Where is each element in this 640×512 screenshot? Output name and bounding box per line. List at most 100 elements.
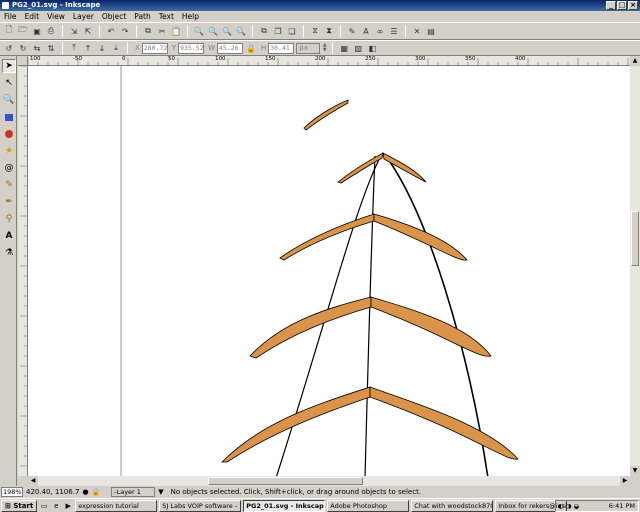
- undo-icon[interactable]: ↶: [105, 25, 117, 37]
- node-tool-icon[interactable]: ↖: [2, 76, 16, 90]
- branch-tier3-left[interactable]: [249, 296, 372, 359]
- menu-file[interactable]: File: [4, 11, 17, 22]
- scale-corners-icon[interactable]: ▧: [352, 42, 364, 54]
- trunk-line-center[interactable]: [364, 155, 376, 476]
- minimize-button[interactable]: _: [606, 1, 616, 10]
- taskbar-item[interactable]: Adobe Photoshop: [327, 499, 410, 512]
- start-button[interactable]: ⊞ Start: [1, 499, 38, 512]
- save-icon[interactable]: ▣: [31, 25, 43, 37]
- ellipse-tool-icon[interactable]: [2, 127, 16, 141]
- calligraphy-tool-icon[interactable]: ⚲: [2, 212, 16, 226]
- selector-tool-icon[interactable]: ➤: [2, 59, 16, 73]
- zoom-width-icon[interactable]: 🔍: [235, 25, 247, 37]
- redo-icon[interactable]: ↷: [119, 25, 131, 37]
- taskbar-item[interactable]: expression tutorial: [75, 499, 158, 512]
- unlink-clone-icon[interactable]: ❏: [286, 25, 298, 37]
- close-button[interactable]: ×: [628, 1, 638, 10]
- flip-horizontal-icon[interactable]: ⇆: [31, 42, 43, 54]
- lock-icon[interactable]: 🔒: [245, 42, 257, 54]
- scroll-right-icon[interactable]: ▶: [620, 476, 630, 486]
- rotate-cw-icon[interactable]: ↻: [17, 42, 29, 54]
- print-icon[interactable]: ⎙: [45, 25, 57, 37]
- pen-tool-icon[interactable]: ✒: [2, 195, 16, 209]
- cut-icon[interactable]: ✂: [156, 25, 168, 37]
- transform-pattern-icon[interactable]: ◧: [366, 42, 378, 54]
- vertical-scroll-thumb[interactable]: [631, 211, 639, 266]
- scroll-up-icon[interactable]: ▲: [630, 56, 640, 66]
- pencil-tool-icon[interactable]: ✎: [2, 178, 16, 192]
- align-icon[interactable]: ☰: [388, 25, 400, 37]
- y-field[interactable]: 935.52: [178, 42, 205, 54]
- layer-hide-icon[interactable]: ●: [82, 488, 88, 496]
- drawing-svg[interactable]: [28, 66, 630, 476]
- show-desktop-icon[interactable]: ▭: [39, 501, 49, 511]
- spiral-tool-icon[interactable]: @: [2, 161, 16, 175]
- zoom-tool-icon[interactable]: 🔍: [2, 93, 16, 107]
- menu-view[interactable]: View: [47, 11, 65, 22]
- menu-help[interactable]: Help: [182, 11, 199, 22]
- raise-top-icon[interactable]: ⤒: [68, 42, 80, 54]
- taskbar-item-active[interactable]: PG2_01.svg - Inkscape: [243, 499, 326, 512]
- copy-icon[interactable]: ⧉: [142, 25, 154, 37]
- dropper-tool-icon[interactable]: ⚗: [2, 246, 16, 260]
- ungroup-icon[interactable]: ⧗: [323, 25, 335, 37]
- vertical-scrollbar[interactable]: ▲ ▼: [630, 56, 640, 476]
- text-font-icon[interactable]: A: [360, 25, 372, 37]
- branch-top[interactable]: [303, 99, 349, 131]
- flip-vertical-icon[interactable]: ⇅: [45, 42, 57, 54]
- layer-select[interactable]: -Layer 1: [111, 487, 156, 497]
- zoom-field[interactable]: 198%: [1, 487, 23, 497]
- star-tool-icon[interactable]: ★: [2, 144, 16, 158]
- menu-edit[interactable]: Edit: [25, 11, 40, 22]
- taskbar-item[interactable]: Chat with woodstock870...: [411, 499, 494, 512]
- menu-text[interactable]: Text: [159, 11, 174, 22]
- zoom-drawing-icon[interactable]: 🔍: [207, 25, 219, 37]
- height-field[interactable]: 30.41: [268, 42, 295, 54]
- branch-tier1-left[interactable]: [337, 152, 384, 184]
- menu-path[interactable]: Path: [134, 11, 150, 22]
- drawing-canvas[interactable]: [28, 66, 630, 476]
- menu-layer[interactable]: Layer: [73, 11, 94, 22]
- branch-tier1-right[interactable]: [382, 152, 427, 183]
- browser-icon[interactable]: e: [51, 501, 61, 511]
- layer-lock-icon[interactable]: 🔒: [92, 488, 101, 496]
- text-tool-icon[interactable]: A: [2, 229, 16, 243]
- open-icon[interactable]: 🗁: [17, 25, 29, 37]
- lower-bottom-icon[interactable]: ⤓: [110, 42, 122, 54]
- branch-tier4-left[interactable]: [221, 386, 371, 463]
- maximize-button[interactable]: □: [617, 1, 627, 10]
- unit-select[interactable]: px: [296, 42, 321, 54]
- duplicate-icon[interactable]: ⧉: [258, 25, 270, 37]
- preferences-icon[interactable]: ✕: [411, 25, 423, 37]
- layer-dropdown-icon[interactable]: ▼: [158, 488, 163, 496]
- new-icon[interactable]: 🗋: [3, 25, 15, 37]
- taskbar-item[interactable]: SJ Labs VOIP software - ...: [159, 499, 242, 512]
- branch-tier4-right[interactable]: [369, 386, 519, 460]
- rotate-ccw-icon[interactable]: ↺: [3, 42, 15, 54]
- scroll-down-icon[interactable]: ▼: [630, 466, 640, 476]
- group-icon[interactable]: ⧖: [309, 25, 321, 37]
- tray-icons[interactable]: ◐ ◑ ◒: [556, 501, 579, 511]
- horizontal-scroll-thumb[interactable]: [208, 477, 363, 485]
- zoom-page-icon[interactable]: 🔍: [221, 25, 233, 37]
- rectangle-tool-icon[interactable]: [2, 110, 16, 124]
- scale-stroke-icon[interactable]: ▦: [338, 42, 350, 54]
- import-icon[interactable]: ⇲: [68, 25, 80, 37]
- zoom-selection-icon[interactable]: 🔍: [193, 25, 205, 37]
- unit-spinner-icon[interactable]: ▲ ▼: [322, 42, 327, 54]
- menu-object[interactable]: Object: [102, 11, 126, 22]
- document-properties-icon[interactable]: ▤: [425, 25, 437, 37]
- xml-editor-icon[interactable]: ∞: [374, 25, 386, 37]
- x-field[interactable]: 280.72: [141, 42, 168, 54]
- export-icon[interactable]: ⇱: [82, 25, 94, 37]
- scroll-left-icon[interactable]: ◀: [28, 476, 38, 486]
- paste-icon[interactable]: 📋: [170, 25, 182, 37]
- fill-stroke-icon[interactable]: ✎: [346, 25, 358, 37]
- clone-icon[interactable]: ❐: [272, 25, 284, 37]
- raise-icon[interactable]: ↑: [82, 42, 94, 54]
- width-field[interactable]: 45.26: [217, 42, 243, 54]
- horizontal-scrollbar[interactable]: ◀ ▶: [28, 476, 630, 486]
- media-icon[interactable]: ▶: [63, 501, 73, 511]
- branch-tier3-right[interactable]: [370, 296, 492, 357]
- lower-icon[interactable]: ↓: [96, 42, 108, 54]
